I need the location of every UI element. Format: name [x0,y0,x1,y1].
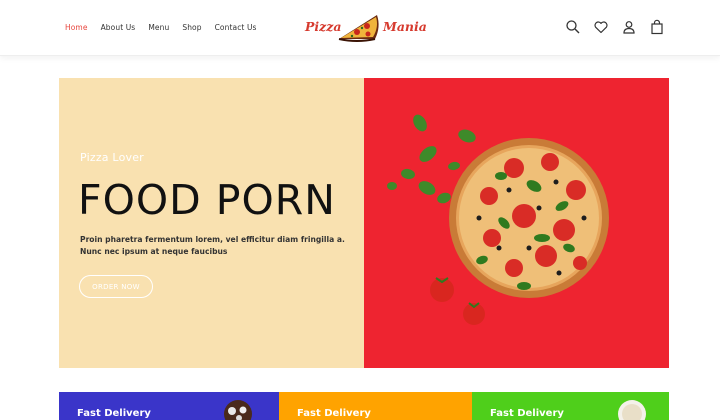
hero-kicker: Pizza Lover [80,151,144,164]
logo-text-pizza: Pizza [305,19,342,34]
food-thumbnail-icon [618,400,646,420]
feature-strip: Fast Delivery Fast Delivery Fast Deliver… [59,392,669,420]
nav-contact-us[interactable]: Contact Us [215,22,257,34]
nav-about-us[interactable]: About Us [101,22,136,34]
main-nav: Home About Us Menu Shop Contact Us [65,22,257,34]
user-icon[interactable] [621,19,637,35]
hero-image-panel [364,78,669,368]
pizza-image [387,114,609,325]
food-thumbnail-icon [224,400,252,420]
feature-title: Fast Delivery [77,408,151,419]
feature-card[interactable]: Fast Delivery [59,392,279,420]
feature-card[interactable]: Fast Delivery [472,392,669,420]
shopping-bag-icon[interactable] [649,19,665,35]
hero-banner: Pizza Lover FOOD PORN Proin pharetra fer… [59,78,669,368]
header-actions [565,19,665,35]
feature-card[interactable]: Fast Delivery [279,392,472,420]
site-header: Home About Us Menu Shop Contact Us Pizza… [0,0,720,56]
search-icon[interactable] [565,19,581,35]
pizza-slice-logo-icon [338,15,379,42]
hero-description: Proin pharetra fermentum lorem, vel effi… [80,235,345,256]
hero-headline: FOOD PORN [78,176,336,224]
site-logo[interactable]: Pizza Mania [305,9,427,47]
hero-text-panel: Pizza Lover FOOD PORN Proin pharetra fer… [59,78,364,368]
nav-shop[interactable]: Shop [182,22,201,34]
nav-home[interactable]: Home [65,22,88,34]
feature-title: Fast Delivery [297,408,371,419]
nav-menu[interactable]: Menu [148,22,169,34]
heart-icon[interactable] [593,19,609,35]
order-now-button[interactable]: ORDER NOW [79,275,153,298]
feature-title: Fast Delivery [490,408,564,419]
logo-text-mania: Mania [383,19,427,34]
